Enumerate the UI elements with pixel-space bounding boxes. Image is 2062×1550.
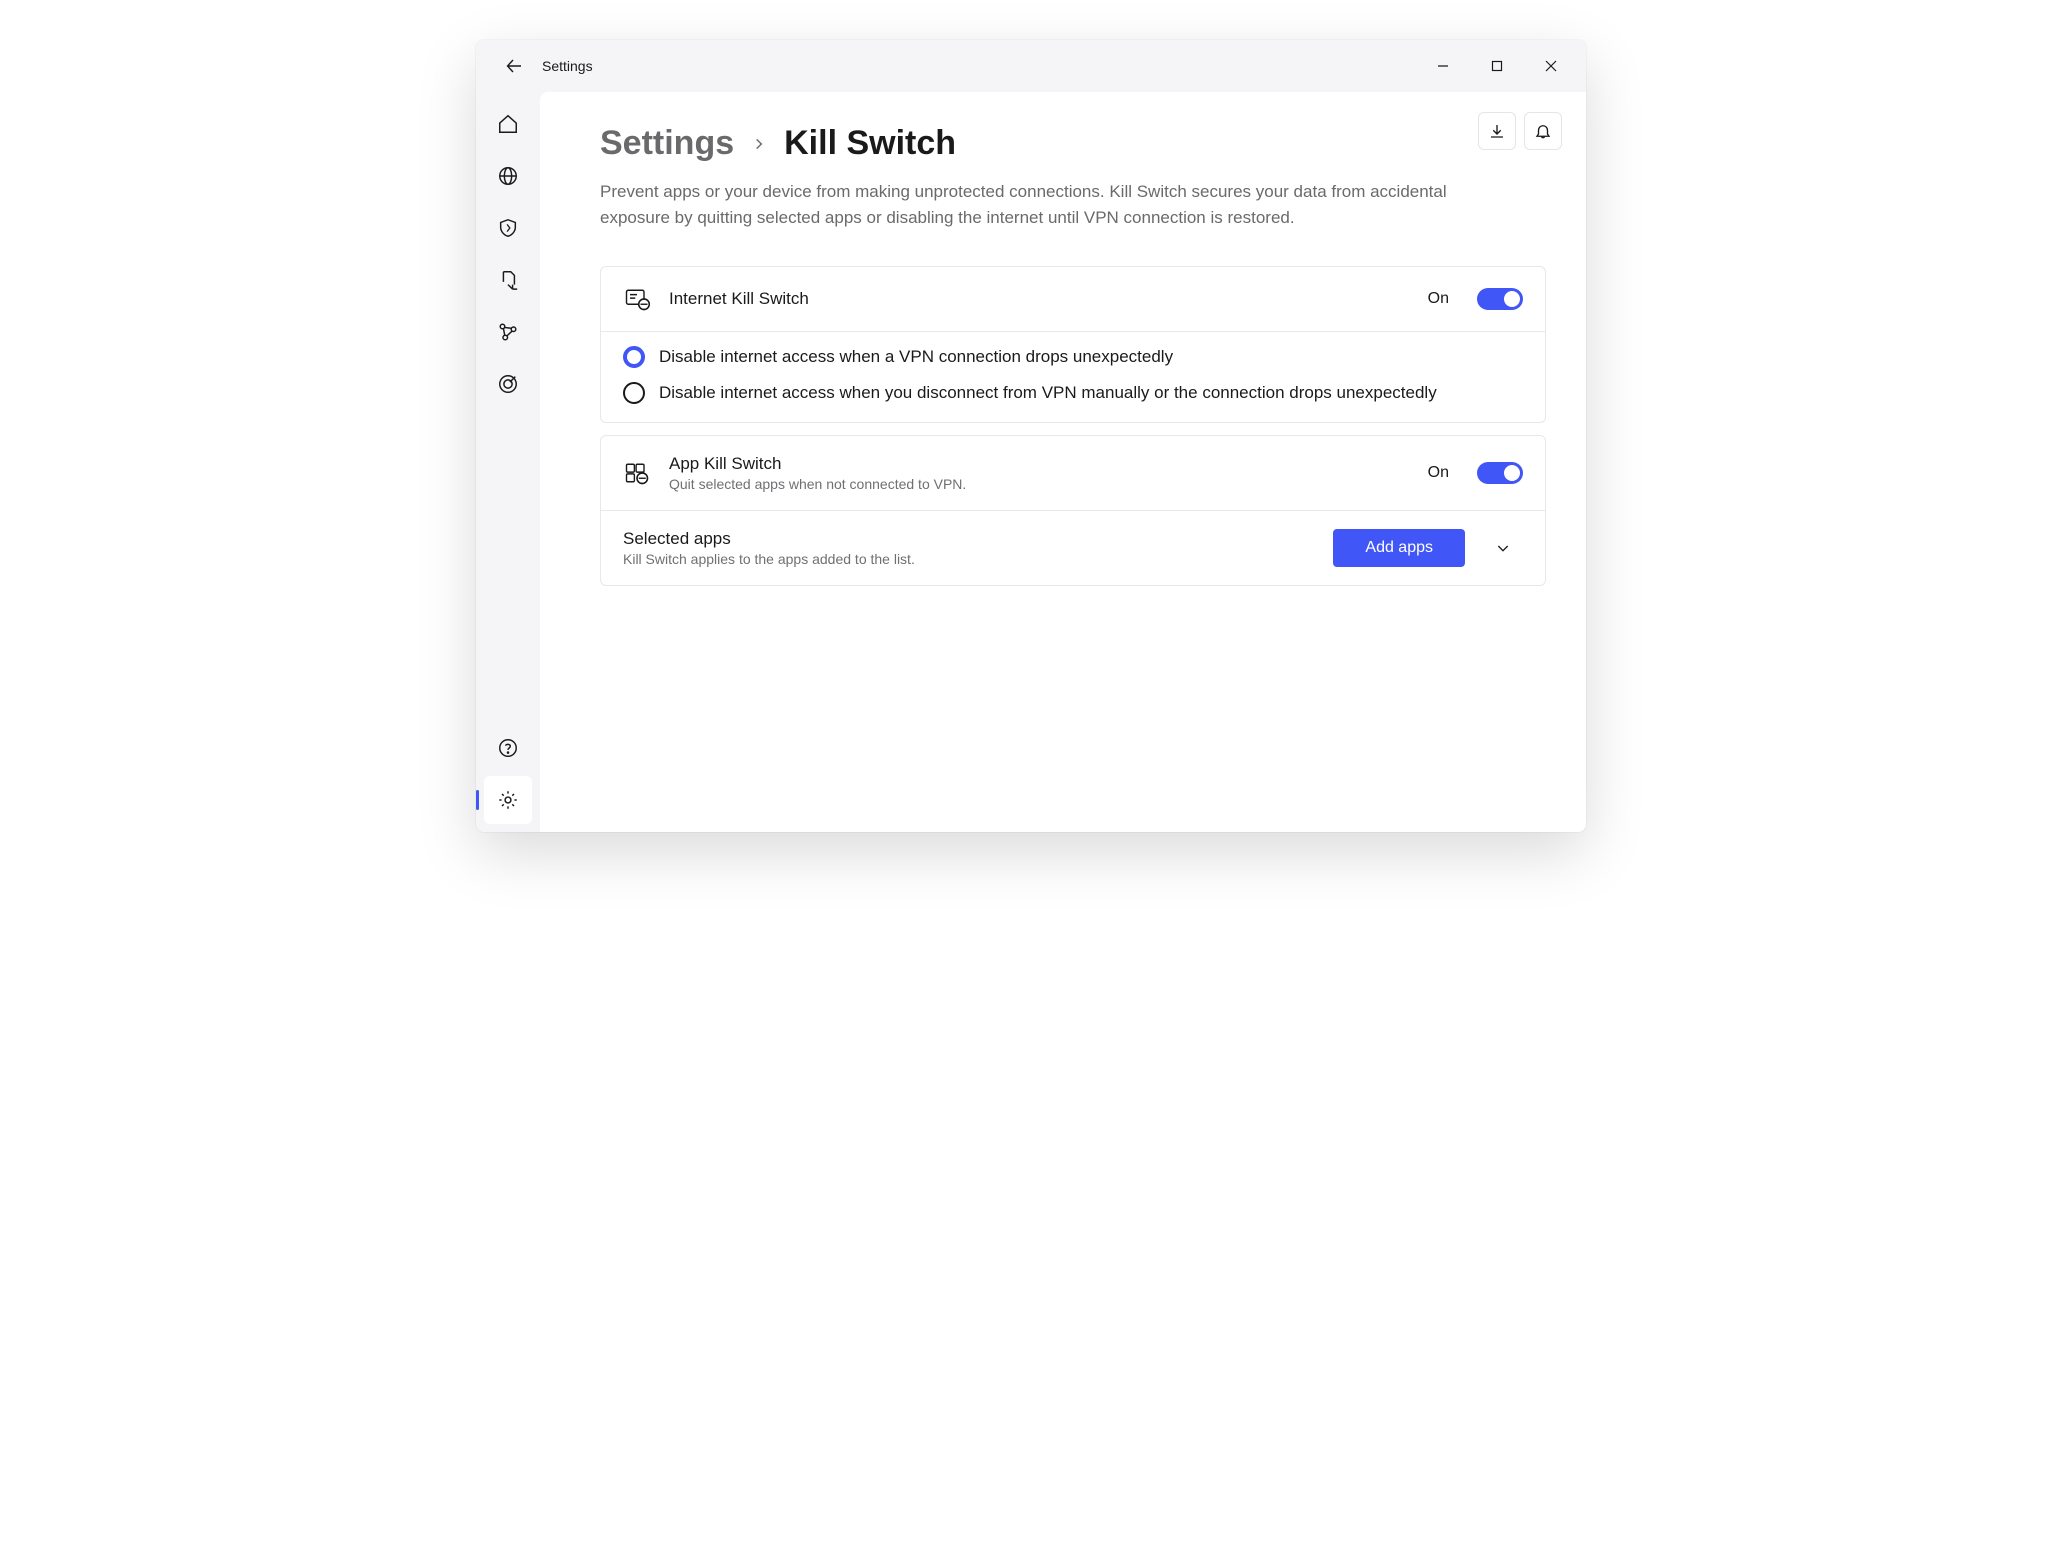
- maximize-icon: [1491, 60, 1503, 72]
- sidebar-item-meshnet[interactable]: [484, 308, 532, 356]
- radio-icon: [623, 382, 645, 404]
- selected-apps-subtitle: Kill Switch applies to the apps added to…: [623, 551, 1315, 567]
- file-share-icon: [497, 269, 519, 291]
- sidebar-item-help[interactable]: [484, 724, 532, 772]
- sidebar-item-home[interactable]: [484, 100, 532, 148]
- sidebar-item-statistics[interactable]: [484, 360, 532, 408]
- radio-option-manual-or-drop[interactable]: Disable internet access when you disconn…: [623, 382, 1523, 404]
- arrow-left-icon: [506, 58, 522, 74]
- sidebar-item-settings[interactable]: [484, 776, 532, 824]
- gear-icon: [497, 789, 519, 811]
- titlebar: Settings: [476, 40, 1586, 92]
- body: Settings Kill Switch Prevent apps or you…: [476, 92, 1586, 832]
- sidebar-item-globe[interactable]: [484, 152, 532, 200]
- sidebar: [476, 92, 540, 832]
- app-kill-switch-card: App Kill Switch Quit selected apps when …: [600, 435, 1546, 586]
- help-icon: [497, 737, 519, 759]
- minimize-button[interactable]: [1416, 48, 1470, 84]
- chevron-right-icon: [752, 137, 766, 151]
- radio-label: Disable internet access when you disconn…: [659, 383, 1437, 403]
- expand-selected-apps[interactable]: [1483, 540, 1523, 556]
- app-kill-switch-toggle[interactable]: [1477, 462, 1523, 484]
- top-actions: [1478, 112, 1562, 150]
- internet-kill-switch-options: Disable internet access when a VPN conne…: [601, 331, 1545, 422]
- app-kill-switch-title: App Kill Switch: [669, 454, 1410, 474]
- breadcrumb-parent[interactable]: Settings: [600, 124, 734, 163]
- close-icon: [1545, 60, 1557, 72]
- target-icon: [497, 373, 519, 395]
- notifications-button[interactable]: [1524, 112, 1562, 150]
- internet-kill-switch-row: Internet Kill Switch On: [601, 267, 1545, 331]
- back-button[interactable]: [496, 48, 532, 84]
- close-button[interactable]: [1524, 48, 1578, 84]
- internet-kill-switch-state: On: [1428, 290, 1449, 308]
- window-controls: [1416, 48, 1578, 84]
- mesh-icon: [497, 321, 519, 343]
- app-kill-switch-icon: [623, 459, 651, 487]
- minimize-icon: [1437, 60, 1449, 72]
- window-title: Settings: [542, 58, 593, 74]
- chevron-down-icon: [1495, 540, 1511, 556]
- globe-icon: [497, 165, 519, 187]
- breadcrumb: Settings Kill Switch: [600, 124, 1546, 163]
- radio-label: Disable internet access when a VPN conne…: [659, 347, 1173, 367]
- app-kill-switch-row: App Kill Switch Quit selected apps when …: [601, 436, 1545, 510]
- maximize-button[interactable]: [1470, 48, 1524, 84]
- add-apps-button[interactable]: Add apps: [1333, 529, 1465, 567]
- internet-kill-switch-toggle[interactable]: [1477, 288, 1523, 310]
- home-icon: [497, 113, 519, 135]
- breadcrumb-current: Kill Switch: [784, 124, 956, 163]
- selected-apps-row: Selected apps Kill Switch applies to the…: [601, 510, 1545, 585]
- download-icon: [1488, 122, 1506, 140]
- app-kill-switch-state: On: [1428, 464, 1449, 482]
- selected-apps-title: Selected apps: [623, 529, 1315, 549]
- sidebar-item-file-share[interactable]: [484, 256, 532, 304]
- content-area: Settings Kill Switch Prevent apps or you…: [540, 92, 1586, 832]
- internet-kill-switch-icon: [623, 285, 651, 313]
- page-description: Prevent apps or your device from making …: [600, 179, 1460, 230]
- bell-icon: [1534, 122, 1552, 140]
- radio-option-drop-unexpectedly[interactable]: Disable internet access when a VPN conne…: [623, 346, 1523, 368]
- internet-kill-switch-title: Internet Kill Switch: [669, 289, 1410, 309]
- app-kill-switch-subtitle: Quit selected apps when not connected to…: [669, 476, 1410, 492]
- radio-icon: [623, 346, 645, 368]
- internet-kill-switch-card: Internet Kill Switch On Disable internet…: [600, 266, 1546, 423]
- app-window: Settings: [476, 40, 1586, 832]
- download-button[interactable]: [1478, 112, 1516, 150]
- shield-icon: [497, 217, 519, 239]
- sidebar-item-threat-protection[interactable]: [484, 204, 532, 252]
